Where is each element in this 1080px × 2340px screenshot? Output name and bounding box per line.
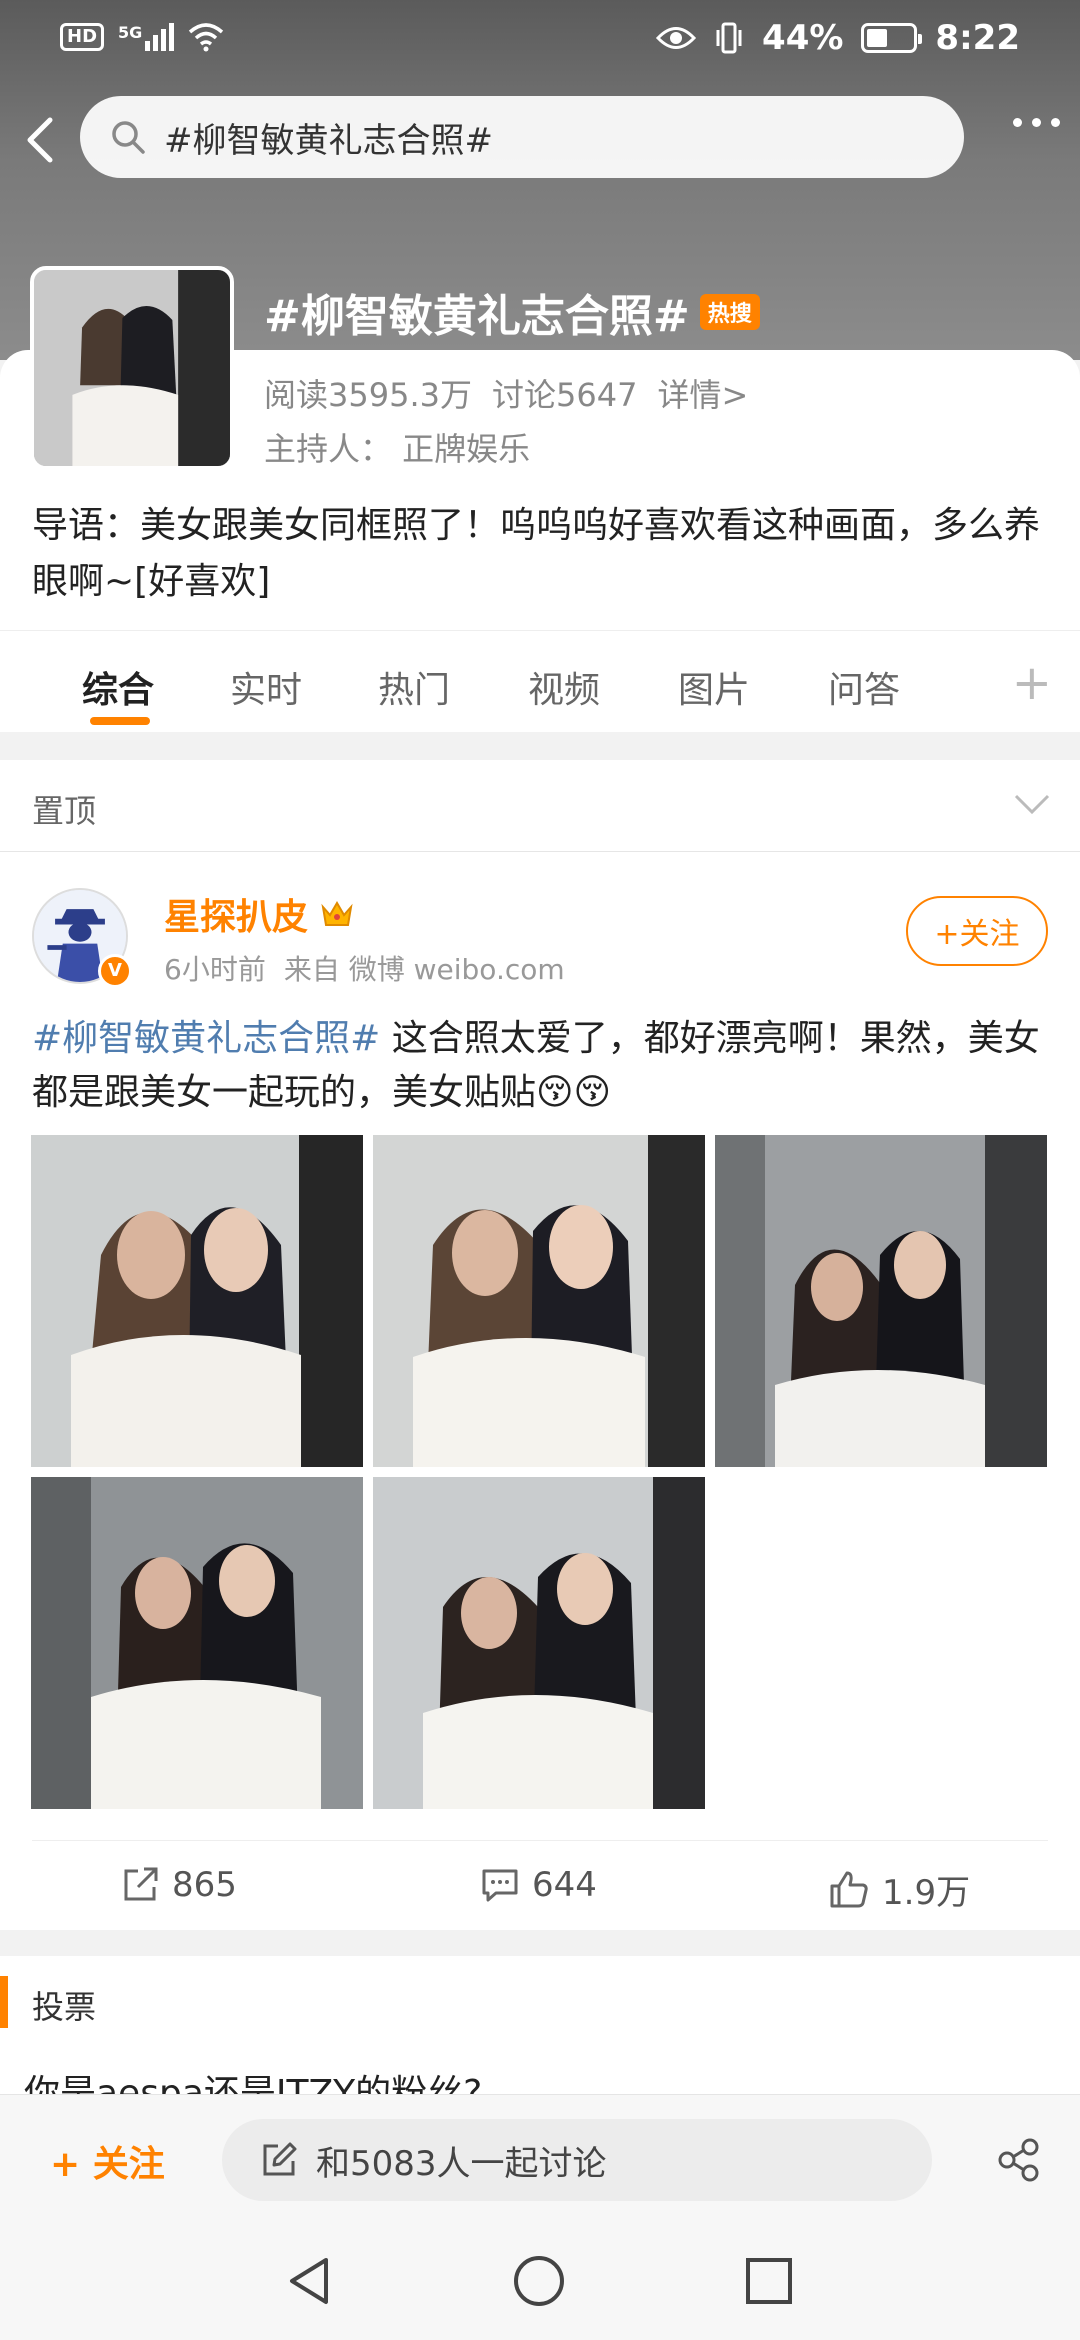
search-icon: [112, 121, 145, 154]
tab-indicator: [90, 717, 150, 725]
repost-count: 865: [172, 1865, 237, 1905]
tab-bar: 综合 实时 热门 视频 图片 问答 +: [0, 630, 1080, 732]
chevron-down-icon[interactable]: [1012, 784, 1052, 824]
more-options-icon[interactable]: [1013, 118, 1060, 127]
tab-hot[interactable]: 热门: [378, 661, 450, 713]
battery-icon: [861, 23, 923, 53]
like-count: 1.9万: [882, 1873, 971, 1913]
vibrate-icon: [716, 22, 742, 54]
topic-intro: 导语：美女跟美女同框照了！呜呜呜好喜欢看这种画面，多么养眼啊~[好喜欢]: [32, 505, 1041, 602]
bottom-action-bar: + 关注 和5083人一起讨论: [0, 2094, 1080, 2224]
post-actions: 865 644 1.9万: [32, 1840, 1048, 1930]
tab-qa[interactable]: 问答: [828, 661, 900, 713]
topic-title: #柳智敏黄礼志合照# 热搜: [264, 280, 760, 344]
author-name[interactable]: 星探扒皮: [164, 888, 354, 940]
search-query: #柳智敏黄礼志合照#: [164, 120, 493, 161]
author-name-text: 星探扒皮: [164, 897, 309, 938]
follow-topic-button[interactable]: + 关注: [50, 2135, 165, 2187]
repost-icon: [124, 1867, 158, 1901]
post-image-5[interactable]: [373, 1477, 705, 1809]
tab-video[interactable]: 视频: [528, 661, 600, 713]
nav-back-icon[interactable]: [284, 2254, 334, 2308]
back-arrow-icon[interactable]: [18, 110, 62, 170]
tab-pictures[interactable]: 图片: [678, 661, 750, 713]
nav-home-icon[interactable]: [512, 2254, 566, 2308]
post-card: V 星探扒皮 6小时前 来自 微博 weibo.com +关注 #柳智敏黄礼志合…: [0, 852, 1080, 1930]
post-image-4[interactable]: [31, 1477, 363, 1809]
post-source: 来自 微博 weibo.com: [283, 953, 565, 986]
pinned-label: 置顶: [32, 792, 97, 830]
comment-count: 644: [532, 1865, 597, 1905]
vote-accent-bar: [0, 1976, 8, 2028]
nav-recents-icon[interactable]: [744, 2254, 794, 2308]
repost-button[interactable]: 865: [120, 1865, 237, 1905]
clock: 8:22: [935, 18, 1020, 58]
topic-host: 主持人： 正牌娱乐: [264, 430, 531, 468]
wifi-icon: [189, 23, 224, 52]
signal-icon: 5G: [118, 23, 175, 51]
like-button[interactable]: 1.9万: [828, 1865, 970, 1914]
system-nav-bar: [0, 2224, 1080, 2340]
post-image-2[interactable]: [373, 1135, 705, 1467]
verified-badge-icon: V: [98, 954, 132, 988]
vote-section[interactable]: 投票 你是aespa还是ITZY的粉丝?: [0, 1956, 1080, 2114]
tab-realtime[interactable]: 实时: [230, 661, 302, 713]
details-link[interactable]: 详情>: [657, 370, 748, 416]
topic-title-text: #柳智敏黄礼志合照#: [264, 291, 690, 342]
post-time: 6小时前: [164, 953, 266, 986]
read-count: 阅读3595.3万: [264, 376, 472, 414]
status-bar: HD 5G 44% 8:22: [0, 0, 1080, 80]
edit-icon: [263, 2142, 297, 2176]
network-label: 5G: [118, 23, 143, 42]
discuss-placeholder: 和5083人一起讨论: [316, 2143, 607, 2184]
topic-thumbnail[interactable]: [30, 266, 234, 470]
post-text: #柳智敏黄礼志合照# 这合照太爱了，都好漂亮啊！果然，美女都是跟美女一起玩的，美…: [32, 1012, 1048, 1120]
comment-button[interactable]: 644: [480, 1865, 597, 1905]
post-image-3[interactable]: [715, 1135, 1047, 1467]
share-icon[interactable]: [996, 2137, 1042, 2183]
topic-stats: 阅读3595.3万 讨论5647 详情>: [264, 370, 748, 416]
comment-icon: [482, 1869, 518, 1902]
post-meta: 6小时前 来自 微博 weibo.com: [164, 948, 565, 988]
follow-button[interactable]: +关注: [906, 896, 1048, 966]
hd-badge: HD: [60, 23, 105, 51]
post-hashtag[interactable]: #柳智敏黄礼志合照#: [32, 1018, 380, 1059]
tab-comprehensive[interactable]: 综合: [82, 661, 154, 713]
vote-label: 投票: [32, 1988, 97, 2026]
post-image-1[interactable]: [31, 1135, 363, 1467]
hot-search-badge: 热搜: [699, 294, 760, 330]
eye-icon: [656, 27, 697, 49]
add-tab-icon[interactable]: +: [1012, 655, 1052, 711]
search-input[interactable]: #柳智敏黄礼志合照#: [80, 96, 964, 178]
discuss-input[interactable]: 和5083人一起讨论: [222, 2119, 932, 2201]
thumbs-up-icon: [830, 1871, 868, 1907]
discussion-count: 讨论5647: [491, 376, 638, 414]
crown-icon: [321, 901, 353, 926]
battery-percent: 44%: [762, 18, 844, 58]
pinned-section[interactable]: 置顶: [0, 760, 1080, 852]
